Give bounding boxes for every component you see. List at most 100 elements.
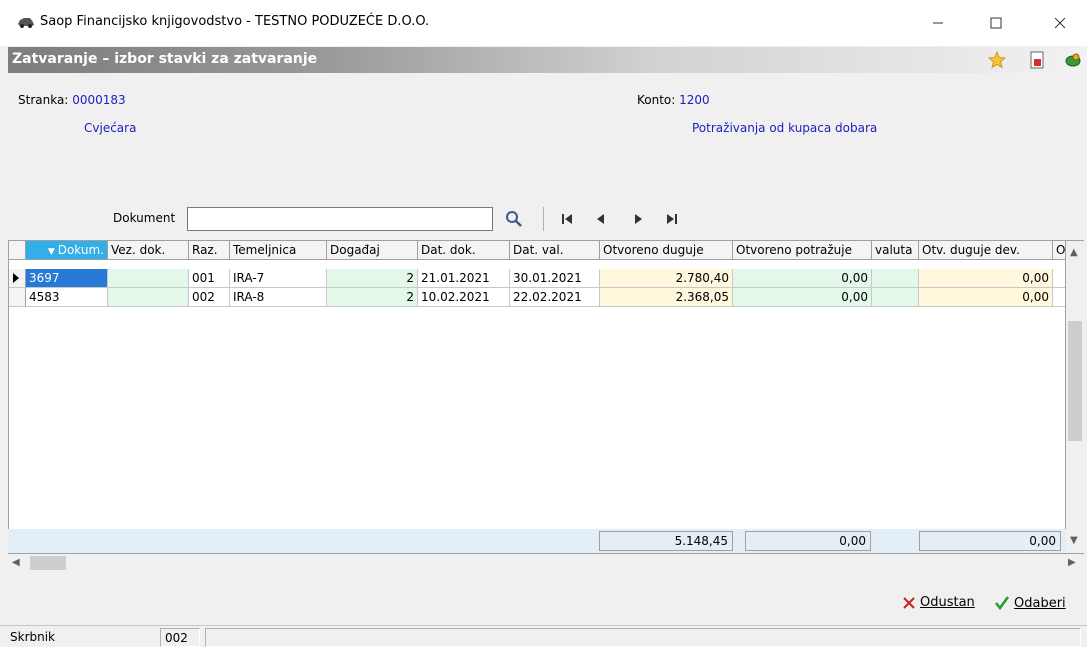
cell-o[interactable] (1053, 288, 1065, 307)
items-grid[interactable]: ▼ Dokum. Vez. dok. Raz. Temeljnica Događ… (8, 240, 1066, 554)
cell-dogadaj[interactable]: 2 (327, 288, 418, 307)
col-header-temeljnica[interactable]: Temeljnica (230, 241, 327, 260)
account-label: Konto: (637, 93, 676, 107)
select-button-label: Odaberi (1014, 595, 1066, 611)
close-button[interactable] (1037, 8, 1083, 38)
cell-valuta[interactable] (872, 288, 919, 307)
search-button[interactable] (503, 207, 525, 231)
total-otv-duguje-dev: 0,00 (919, 531, 1061, 551)
col-header-dat-val[interactable]: Dat. val. (510, 241, 600, 260)
vertical-scroll-thumb[interactable] (1068, 321, 1082, 441)
cell-dokum[interactable]: 3697 (26, 269, 108, 288)
minimize-button[interactable] (915, 8, 961, 38)
cell-dokum[interactable]: 4583 (26, 288, 108, 307)
form-title: Zatvaranje – izbor stavki za zatvaranje (12, 51, 318, 67)
account-name: Potraživanja od kupaca dobara (692, 121, 878, 135)
cancel-icon (903, 596, 915, 609)
form-caption: Zatvaranje – izbor stavki za zatvaranje (8, 47, 1087, 73)
cell-dat-dok[interactable]: 10.02.2021 (418, 288, 510, 307)
row-indicator (9, 269, 26, 288)
cell-dat-val[interactable]: 22.02.2021 (510, 288, 600, 307)
last-icon (667, 214, 677, 224)
cell-dogadaj[interactable]: 2 (327, 269, 418, 288)
cell-temeljnica[interactable]: IRA-8 (230, 288, 327, 307)
sort-desc-icon: ▼ (47, 247, 58, 257)
vertical-scrollbar[interactable]: ▲ ▼ (1066, 240, 1084, 554)
toolbar-separator (543, 207, 544, 231)
horizontal-scrollbar[interactable]: ◀ ▶ (8, 554, 1084, 572)
money-icon (1065, 53, 1081, 67)
status-bar: Skrbnik 002 (0, 625, 1087, 647)
report-button[interactable] (1028, 51, 1046, 69)
col-header-vez-dok[interactable]: Vez. dok. (108, 241, 189, 260)
scroll-down-icon[interactable]: ▼ (1070, 535, 1078, 546)
horizontal-scroll-thumb[interactable] (30, 556, 66, 570)
cancel-button-label: Odustan (920, 595, 975, 610)
document-icon (1030, 51, 1044, 69)
next-icon (635, 214, 642, 224)
cell-dat-val[interactable]: 30.01.2021 (510, 269, 600, 288)
favorite-button[interactable] (988, 51, 1006, 69)
cell-dat-dok[interactable]: 21.01.2021 (418, 269, 510, 288)
col-header-valuta[interactable]: valuta (872, 241, 919, 260)
cell-otv-duguje-dev[interactable]: 0,00 (919, 269, 1053, 288)
search-icon (506, 211, 522, 227)
document-search-input[interactable] (187, 207, 493, 231)
grid-header: ▼ Dokum. Vez. dok. Raz. Temeljnica Događ… (9, 241, 1065, 260)
window-title: Saop Financijsko knjigovodstvo - TESTNO … (40, 14, 430, 29)
table-row[interactable]: 4583 002 IRA-8 2 10.02.2021 22.02.2021 2… (9, 288, 1065, 307)
cell-otvoreno-potrazuje[interactable]: 0,00 (733, 269, 872, 288)
cell-temeljnica[interactable]: IRA-7 (230, 269, 327, 288)
table-row[interactable]: 3697 001 IRA-7 2 21.01.2021 30.01.2021 2… (9, 269, 1065, 288)
maximize-button[interactable] (973, 8, 1019, 38)
cancel-button[interactable]: Odustan (902, 595, 975, 610)
close-icon (1054, 17, 1066, 29)
scroll-up-icon[interactable]: ▲ (1070, 247, 1078, 258)
col-header-otvoreno-duguje[interactable]: Otvoreno duguje (600, 241, 733, 260)
col-header-dokum[interactable]: ▼ Dokum. (26, 241, 108, 260)
col-header-otvoreno-potrazuje[interactable]: Otvoreno potražuje (733, 241, 872, 260)
account-code: 1200 (679, 93, 710, 107)
partner-info: Stranka: 0000183 (18, 93, 126, 107)
row-indicator (9, 288, 26, 307)
totals-row: 5.148,45 0,00 0,00 (8, 529, 1066, 553)
cell-o[interactable] (1053, 269, 1065, 288)
cell-vez-dok[interactable] (108, 269, 189, 288)
partner-code: 0000183 (72, 93, 126, 107)
cell-vez-dok[interactable] (108, 288, 189, 307)
scroll-left-icon[interactable]: ◀ (12, 557, 20, 568)
select-button[interactable]: Odaberi (994, 595, 1066, 611)
col-header-raz[interactable]: Raz. (189, 241, 230, 260)
col-header-dat-dok[interactable]: Dat. dok. (418, 241, 510, 260)
col-header-otv-duguje-dev[interactable]: Otv. duguje dev. (919, 241, 1053, 260)
prev-record-button[interactable] (590, 207, 612, 231)
scroll-right-icon[interactable]: ▶ (1068, 557, 1076, 568)
account-info: Konto: 1200 (637, 93, 710, 107)
cell-raz[interactable]: 001 (189, 269, 230, 288)
cell-raz[interactable]: 002 (189, 288, 230, 307)
cell-otvoreno-potrazuje[interactable]: 0,00 (733, 288, 872, 307)
partner-name: Cvjećara (84, 121, 137, 135)
minimize-icon (933, 22, 943, 24)
col-header-dogadaj[interactable]: Događaj (327, 241, 418, 260)
cell-otv-duguje-dev[interactable]: 0,00 (919, 288, 1053, 307)
col-header-o[interactable]: O (1053, 241, 1065, 260)
cell-otvoreno-duguje[interactable]: 2.368,05 (600, 288, 733, 307)
maximize-icon (990, 17, 1002, 29)
check-icon (995, 596, 1010, 611)
status-value: 002 (160, 628, 200, 647)
last-record-button[interactable] (661, 207, 683, 231)
first-record-button[interactable] (556, 207, 578, 231)
total-otvoreno-duguje: 5.148,45 (599, 531, 733, 551)
next-record-button[interactable] (627, 207, 649, 231)
document-search-label: Dokument (113, 211, 176, 225)
current-row-icon (13, 273, 19, 283)
car-icon (18, 18, 34, 28)
exit-button[interactable] (1064, 51, 1082, 69)
cell-otvoreno-duguje[interactable]: 2.780,40 (600, 269, 733, 288)
window-titlebar: Saop Financijsko knjigovodstvo - TESTNO … (0, 0, 1087, 46)
star-icon (988, 51, 1006, 69)
status-panel (205, 628, 1081, 647)
cell-valuta[interactable] (872, 269, 919, 288)
prev-icon (597, 214, 604, 224)
